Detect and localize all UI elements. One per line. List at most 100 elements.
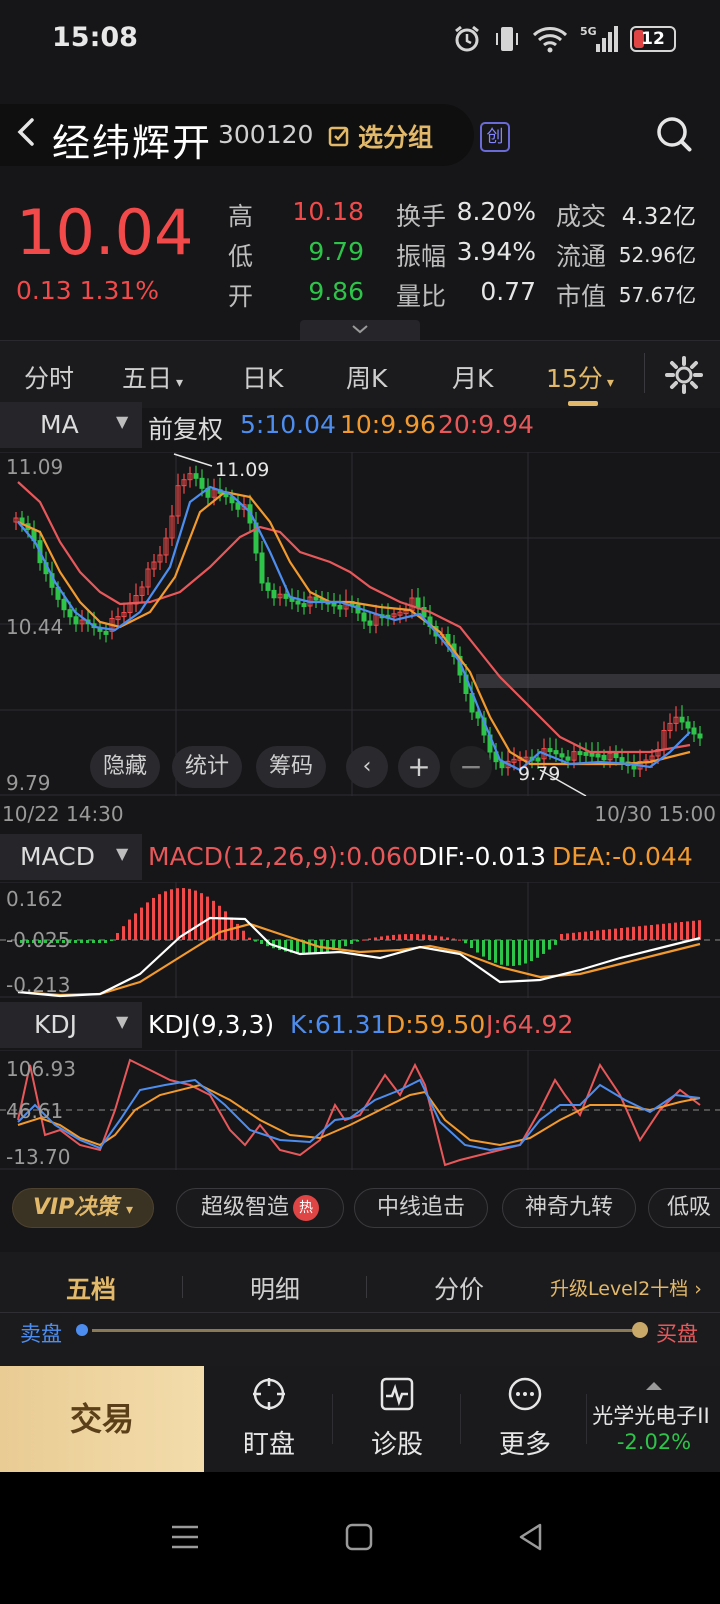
stats-button[interactable]: 统计 bbox=[172, 746, 242, 788]
macd-bar bbox=[374, 937, 377, 940]
chevron-down-icon bbox=[352, 325, 368, 334]
chip-low-buy[interactable]: 低吸 bbox=[648, 1188, 720, 1228]
macd-bar bbox=[518, 940, 521, 966]
candle-body bbox=[697, 733, 703, 739]
candle-body bbox=[67, 609, 73, 618]
tab-divider bbox=[644, 353, 645, 393]
macd-bar bbox=[200, 893, 203, 940]
tab-timeshare[interactable]: 分时 bbox=[24, 359, 74, 395]
chips-button[interactable]: 筹码 bbox=[256, 746, 326, 788]
macd-bar bbox=[296, 940, 299, 954]
tab-weekly-k[interactable]: 周K bbox=[346, 359, 387, 395]
related-sector[interactable]: 光学光电子II -2.02% bbox=[588, 1366, 720, 1472]
ma-indicator-select[interactable]: MA ▼ bbox=[0, 402, 142, 448]
sell-label: 卖盘 bbox=[20, 1322, 62, 1346]
candle-body bbox=[361, 612, 367, 622]
market-cap-value: 57.67亿 bbox=[618, 283, 696, 307]
macd-bar bbox=[650, 925, 653, 940]
expand-quote-button[interactable] bbox=[300, 320, 420, 340]
macd-bar bbox=[380, 936, 383, 940]
caret-down-icon: ▼ bbox=[116, 844, 129, 863]
macd-bar bbox=[554, 940, 557, 945]
tab-daily-k[interactable]: 日K bbox=[242, 359, 283, 395]
chip-magic-nine[interactable]: 神奇九转 bbox=[502, 1188, 636, 1228]
candle-body bbox=[679, 716, 685, 723]
macd-bar bbox=[398, 934, 401, 940]
candlestick-chart[interactable]: 11.09 9.79 11.09 10.44 9.79 bbox=[0, 452, 720, 796]
chip-super-smart[interactable]: 超级智造热 bbox=[176, 1188, 344, 1228]
caret-down-icon: ▼ bbox=[116, 412, 129, 431]
tab-price-distribution[interactable]: 分价 bbox=[434, 1270, 484, 1306]
candle-body bbox=[271, 589, 277, 599]
vip-decision-label: VIP决策 bbox=[32, 1195, 119, 1220]
candle-body bbox=[601, 754, 607, 761]
zoom-in-icon[interactable]: + bbox=[398, 746, 440, 788]
home-icon[interactable] bbox=[344, 1522, 374, 1552]
macd-bar bbox=[452, 938, 455, 940]
watch-button[interactable]: 盯盘 bbox=[214, 1366, 324, 1472]
macd-bar bbox=[176, 888, 179, 940]
tab-details[interactable]: 明细 bbox=[250, 1270, 300, 1306]
macd-bar bbox=[608, 929, 611, 940]
macd-bar bbox=[416, 934, 419, 940]
macd-indicator-select[interactable]: MACD ▼ bbox=[0, 834, 142, 880]
candle-body bbox=[199, 477, 205, 489]
zoom-out-icon[interactable]: − bbox=[450, 746, 492, 788]
tab-monthly-k[interactable]: 月K bbox=[452, 359, 493, 395]
macd-bar bbox=[620, 928, 623, 940]
macd-bar bbox=[578, 932, 581, 940]
tab-five-levels[interactable]: 五档 bbox=[66, 1270, 116, 1306]
macd-bar bbox=[422, 934, 425, 940]
high-marker-line bbox=[173, 453, 213, 467]
macd-bar bbox=[344, 940, 347, 947]
macd-bar bbox=[656, 924, 659, 940]
macd-bar bbox=[404, 934, 407, 940]
candle-body bbox=[313, 596, 319, 601]
candle-body bbox=[535, 757, 541, 762]
kdj-chart[interactable]: 106.93 46.61 -13.70 bbox=[0, 1050, 720, 1170]
upgrade-level2-link[interactable]: 升级Level2十档 › bbox=[550, 1274, 702, 1301]
period-tabs: 分时 五日 ▾ 日K 周K 月K 15分 ▾ bbox=[0, 340, 720, 408]
macd-bar bbox=[434, 935, 437, 940]
prev-icon[interactable]: ‹ bbox=[346, 746, 388, 788]
diagnose-button[interactable]: 诊股 bbox=[342, 1366, 452, 1472]
select-group-button[interactable]: 选分组 bbox=[328, 118, 433, 154]
macd-chart[interactable]: 0.162 -0.025 -0.213 bbox=[0, 882, 720, 998]
macd-bar bbox=[662, 923, 665, 940]
tab-five-day[interactable]: 五日 ▾ bbox=[122, 359, 183, 395]
y-axis-min: 9.79 bbox=[6, 771, 51, 795]
macd-bar bbox=[536, 940, 539, 958]
upgrade-level2-label: 升级Level2十档 bbox=[550, 1278, 689, 1300]
candle-body bbox=[589, 752, 595, 757]
back-arrow-icon[interactable] bbox=[10, 112, 44, 152]
caret-down-icon: ▾ bbox=[176, 375, 184, 391]
trade-button[interactable]: 交易 bbox=[0, 1366, 204, 1472]
macd-bar bbox=[110, 940, 113, 941]
kdj-indicator-select[interactable]: KDJ ▼ bbox=[0, 1002, 142, 1048]
macd-bar bbox=[614, 928, 617, 940]
gear-icon[interactable] bbox=[664, 355, 704, 395]
candle-body bbox=[73, 616, 79, 625]
active-tab-indicator bbox=[568, 401, 598, 406]
candle-body bbox=[691, 727, 697, 735]
tab-15min[interactable]: 15分 ▾ bbox=[546, 359, 614, 395]
wifi-icon bbox=[532, 27, 568, 53]
macd-bar bbox=[356, 940, 359, 942]
chip-mid-line[interactable]: 中线追击 bbox=[354, 1188, 488, 1228]
adjust-mode[interactable]: 前复权 bbox=[148, 410, 223, 446]
sector-name: 光学光电子II bbox=[592, 1404, 710, 1428]
more-button[interactable]: 更多 bbox=[470, 1366, 580, 1472]
high-label: 高 bbox=[228, 202, 254, 231]
candle-body bbox=[559, 753, 565, 758]
amplitude-label: 振幅 bbox=[396, 242, 447, 271]
back-triangle-icon[interactable] bbox=[516, 1522, 546, 1552]
macd-bar bbox=[542, 940, 545, 954]
candle-body bbox=[547, 748, 553, 753]
menu-icon[interactable] bbox=[170, 1522, 200, 1552]
vip-decision-chip[interactable]: VIP决策 ▾ bbox=[12, 1188, 154, 1228]
search-icon[interactable] bbox=[654, 114, 694, 154]
low-label: 低 bbox=[228, 242, 254, 271]
ma5-line bbox=[17, 485, 691, 772]
target-icon bbox=[253, 1378, 285, 1410]
hide-button[interactable]: 隐藏 bbox=[90, 746, 160, 788]
